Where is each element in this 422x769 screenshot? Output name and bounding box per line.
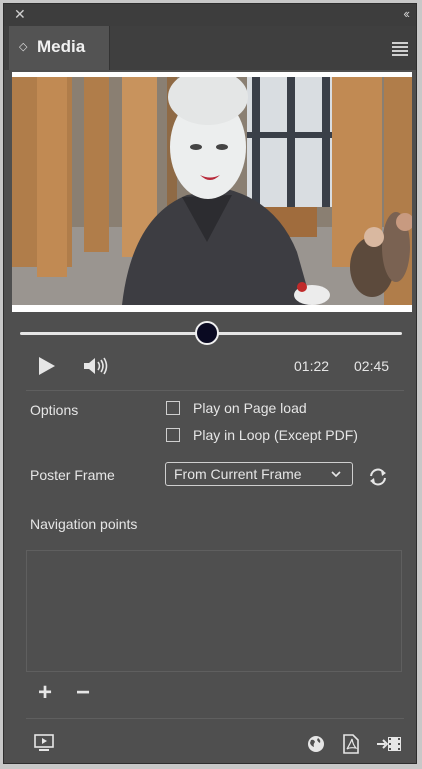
- close-icon[interactable]: ✕: [14, 7, 26, 21]
- play-in-loop-checkbox[interactable]: [166, 428, 180, 442]
- expand-collapse-icon: ◇: [19, 41, 28, 53]
- add-navigation-point-button[interactable]: +: [38, 681, 52, 705]
- panel-titlebar: ✕ ‹‹: [4, 4, 416, 26]
- panel-tab-row: ◇ Media: [4, 26, 416, 70]
- preview-icon[interactable]: [34, 734, 54, 757]
- collapse-panel-icon[interactable]: ‹‹: [403, 7, 410, 21]
- globe-icon[interactable]: [306, 734, 326, 759]
- total-time: 02:45: [354, 358, 390, 374]
- media-panel: ✕ ‹‹ ◇ Media 01:22 02:45 Options Play on…: [3, 3, 417, 764]
- play-in-loop-label[interactable]: Play in Loop (Except PDF): [193, 427, 358, 443]
- play-icon[interactable]: [37, 355, 57, 382]
- divider: [26, 390, 404, 391]
- play-on-page-load-checkbox[interactable]: [166, 401, 180, 415]
- navigation-points-list[interactable]: [26, 550, 402, 672]
- volume-icon[interactable]: [82, 355, 110, 382]
- refresh-icon[interactable]: [367, 467, 389, 492]
- video-preview-frame: [12, 72, 412, 312]
- play-on-page-load-label[interactable]: Play on Page load: [193, 400, 307, 416]
- panel-menu-icon[interactable]: [392, 42, 408, 58]
- current-time: 01:22: [294, 358, 330, 374]
- navigation-points-label: Navigation points: [30, 516, 138, 532]
- remove-navigation-point-button[interactable]: −: [76, 681, 90, 705]
- tab-media[interactable]: ◇ Media: [9, 26, 110, 70]
- poster-frame-label: Poster Frame: [30, 467, 115, 483]
- chevron-down-icon: [330, 467, 342, 485]
- pdf-icon[interactable]: [342, 734, 360, 759]
- playback-scrubber-handle[interactable]: [195, 321, 220, 345]
- poster-frame-dropdown[interactable]: From Current Frame: [165, 462, 353, 486]
- poster-frame-selected: From Current Frame: [174, 466, 302, 482]
- video-frame-image: [12, 77, 412, 305]
- video-preview[interactable]: [12, 77, 412, 305]
- options-label: Options: [30, 402, 79, 418]
- place-video-icon[interactable]: [376, 734, 402, 759]
- tab-media-label: Media: [37, 37, 86, 56]
- divider: [26, 718, 404, 719]
